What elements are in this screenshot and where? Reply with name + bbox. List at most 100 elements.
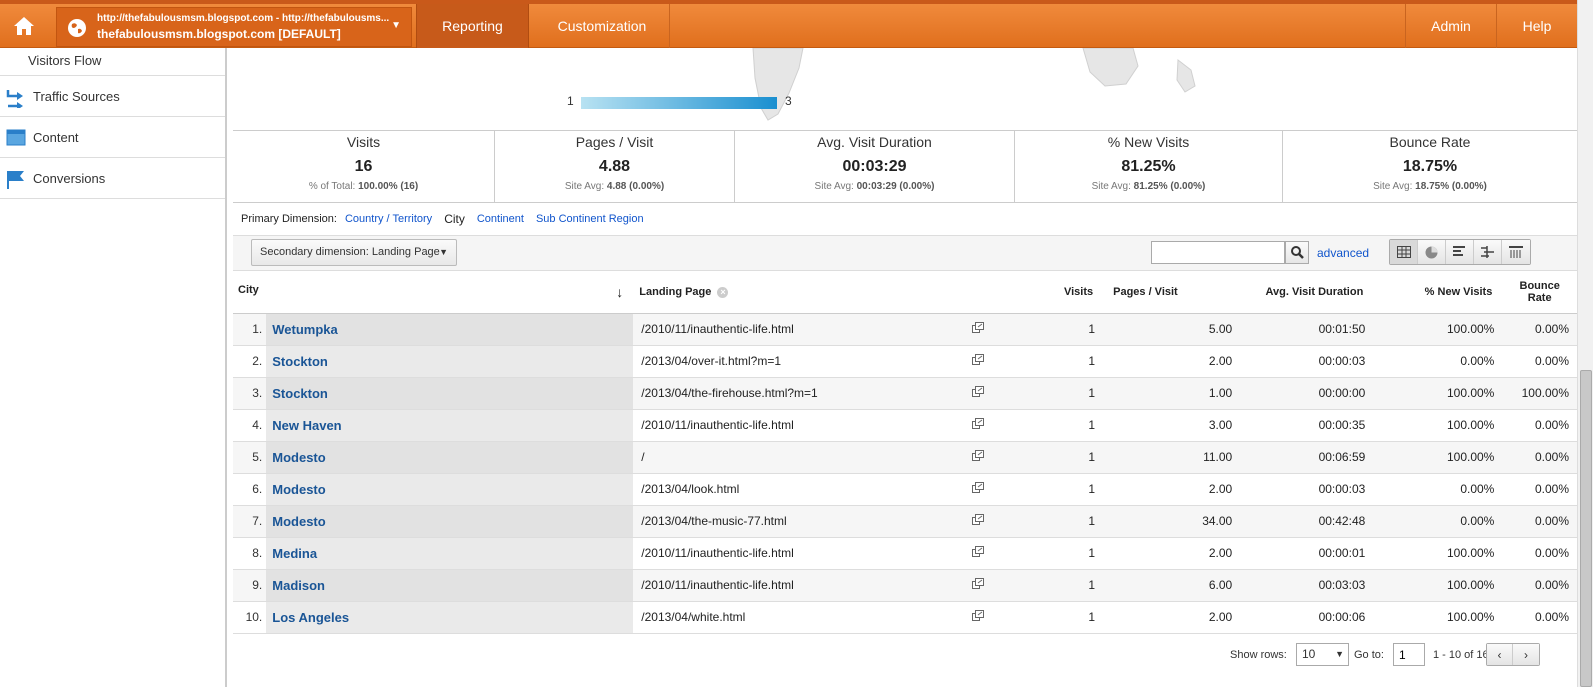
- metric-value: 16: [354, 158, 373, 175]
- city-link[interactable]: Wetumpka: [266, 313, 634, 346]
- table-search-input[interactable]: [1151, 241, 1285, 264]
- table-row: 2. Stockton/2013/04/over-it.html?m=1 1 2.00…: [233, 345, 1577, 378]
- external-link-icon[interactable]: [972, 418, 985, 432]
- external-link-icon[interactable]: [972, 322, 985, 336]
- external-link-icon[interactable]: [972, 578, 985, 592]
- secondary-dimension-dropdown[interactable]: Secondary dimension: Landing Page ▼: [251, 239, 457, 266]
- landing-page-cell: /2010/11/inauthentic-life.html: [633, 569, 993, 602]
- metric-new-visits: % New Visits 81.25% Site Avg: 81.25% (0.…: [1015, 131, 1283, 202]
- next-page-button[interactable]: ›: [1513, 644, 1539, 665]
- home-button[interactable]: [0, 4, 48, 48]
- city-link[interactable]: Stockton: [266, 377, 634, 410]
- sort-arrow-icon: ↓: [616, 283, 624, 300]
- metric-title: Avg. Visit Duration: [817, 134, 932, 150]
- tab-reporting[interactable]: Reporting: [416, 4, 529, 48]
- view-switcher: [1389, 239, 1531, 265]
- sidebar-item-traffic-sources[interactable]: Traffic Sources: [0, 76, 225, 117]
- account-selector[interactable]: http://thefabulousmsm.blogspot.com - htt…: [56, 7, 412, 47]
- metric-sub-value: 00:03:29 (0.00%): [856, 181, 935, 192]
- comparison-view-button[interactable]: [1474, 240, 1502, 264]
- pages-visit-cell: 5.00: [1103, 313, 1241, 346]
- visits-cell: 1: [992, 537, 1104, 570]
- dimension-country[interactable]: Country / Territory: [345, 213, 432, 225]
- pages-visit-cell: 2.00: [1103, 345, 1241, 378]
- dimension-sub-continent[interactable]: Sub Continent Region: [536, 213, 644, 225]
- sidebar-item-label: Conversions: [33, 170, 106, 186]
- metric-sub-label: Site Avg:: [1373, 181, 1413, 192]
- dimension-continent[interactable]: Continent: [477, 213, 524, 225]
- new-visits-cell: 100.00%: [1373, 377, 1503, 410]
- tab-help[interactable]: Help: [1497, 4, 1577, 48]
- external-link-icon[interactable]: [972, 482, 985, 496]
- content-icon: [6, 129, 26, 146]
- bounce-rate-cell: 0.00%: [1502, 601, 1577, 634]
- visits-cell: 1: [992, 473, 1104, 506]
- column-header-new-visits[interactable]: % New Visits: [1373, 271, 1503, 314]
- vertical-scrollbar[interactable]: [1577, 0, 1593, 687]
- metric-title: % New Visits: [1107, 134, 1190, 150]
- city-link[interactable]: Modesto: [266, 441, 634, 474]
- row-index: 4.: [233, 409, 267, 442]
- column-header-visits[interactable]: Visits: [992, 271, 1104, 314]
- city-link[interactable]: Los Angeles: [266, 601, 634, 634]
- landing-page-text: /2010/11/inauthentic-life.html: [641, 546, 794, 560]
- row-index: 1.: [233, 313, 267, 346]
- city-link[interactable]: Stockton: [266, 345, 634, 378]
- new-visits-cell: 100.00%: [1373, 537, 1503, 570]
- pages-visit-cell: 11.00: [1103, 441, 1241, 474]
- metric-sub-label: Site Avg:: [564, 181, 605, 192]
- column-header-avg-duration[interactable]: Avg. Visit Duration: [1240, 271, 1374, 314]
- tab-customization[interactable]: Customization: [535, 4, 670, 48]
- remove-dimension-icon[interactable]: ×: [717, 286, 729, 298]
- external-link-icon[interactable]: [972, 610, 985, 624]
- bounce-rate-cell: 0.00%: [1502, 569, 1577, 602]
- city-link[interactable]: Madison: [266, 569, 634, 602]
- account-profile-name: thefabulousmsm.blogspot.com [DEFAULT]: [97, 27, 341, 41]
- external-link-icon[interactable]: [972, 514, 985, 528]
- column-header-pages-visit[interactable]: Pages / Visit: [1103, 271, 1241, 314]
- external-link-icon[interactable]: [972, 450, 985, 464]
- pages-visit-cell: 2.00: [1103, 537, 1241, 570]
- column-header-landing-page[interactable]: Landing Page ×: [633, 271, 993, 314]
- sidebar-item-visitors-flow[interactable]: Visitors Flow: [0, 48, 225, 76]
- city-link[interactable]: New Haven: [266, 409, 634, 442]
- performance-view-button[interactable]: [1446, 240, 1474, 264]
- pie-view-button[interactable]: [1418, 240, 1446, 264]
- column-header-bounce-rate[interactable]: Bounce Rate: [1502, 271, 1577, 314]
- row-index: 2.: [233, 345, 267, 378]
- metric-sub-label: Site Avg:: [1091, 181, 1131, 192]
- external-link-icon[interactable]: [972, 354, 985, 368]
- city-link[interactable]: Medina: [266, 537, 634, 570]
- table-row: 10. Los Angeles/2013/04/white.html 1 2.00 00…: [233, 601, 1577, 634]
- city-link[interactable]: Modesto: [266, 473, 634, 506]
- tab-admin[interactable]: Admin: [1405, 4, 1497, 48]
- header-label: Landing Page: [639, 285, 712, 298]
- sidebar-item-conversions[interactable]: Conversions: [0, 158, 225, 199]
- chevron-right-icon: ›: [1524, 647, 1528, 662]
- sidebar-item-content[interactable]: Content: [0, 117, 225, 158]
- city-link[interactable]: Modesto: [266, 505, 634, 538]
- scrollbar-thumb[interactable]: [1580, 370, 1592, 687]
- advanced-filter-link[interactable]: advanced: [1317, 246, 1369, 260]
- dimension-city[interactable]: City: [444, 212, 465, 226]
- external-link-icon[interactable]: [972, 546, 985, 560]
- landing-page-text: /: [641, 450, 645, 464]
- landing-page-text: /2010/11/inauthentic-life.html: [641, 322, 794, 336]
- duration-cell: 00:01:50: [1240, 313, 1374, 346]
- table-row: 4. New Haven/2010/11/inauthentic-life.htm…: [233, 409, 1577, 442]
- table-view-button[interactable]: [1390, 240, 1418, 264]
- external-link-icon[interactable]: [972, 386, 985, 400]
- column-header-city[interactable]: City ↓: [233, 271, 634, 314]
- pivot-view-button[interactable]: [1502, 240, 1530, 264]
- show-rows-select[interactable]: 10 ▼: [1296, 643, 1349, 666]
- previous-page-button[interactable]: ‹: [1487, 644, 1513, 665]
- pages-visit-cell: 34.00: [1103, 505, 1241, 538]
- metric-pages-per-visit: Pages / Visit 4.88 Site Avg: 4.88 (0.00%…: [495, 131, 735, 202]
- landing-page-text: /2013/04/the-music-77.html: [641, 514, 787, 528]
- goto-input[interactable]: [1393, 643, 1425, 666]
- duration-cell: 00:00:03: [1240, 473, 1374, 506]
- duration-cell: 00:00:03: [1240, 345, 1374, 378]
- search-button[interactable]: [1285, 241, 1309, 264]
- bounce-rate-cell: 0.00%: [1502, 409, 1577, 442]
- landing-page-text: /2013/04/white.html: [641, 610, 746, 624]
